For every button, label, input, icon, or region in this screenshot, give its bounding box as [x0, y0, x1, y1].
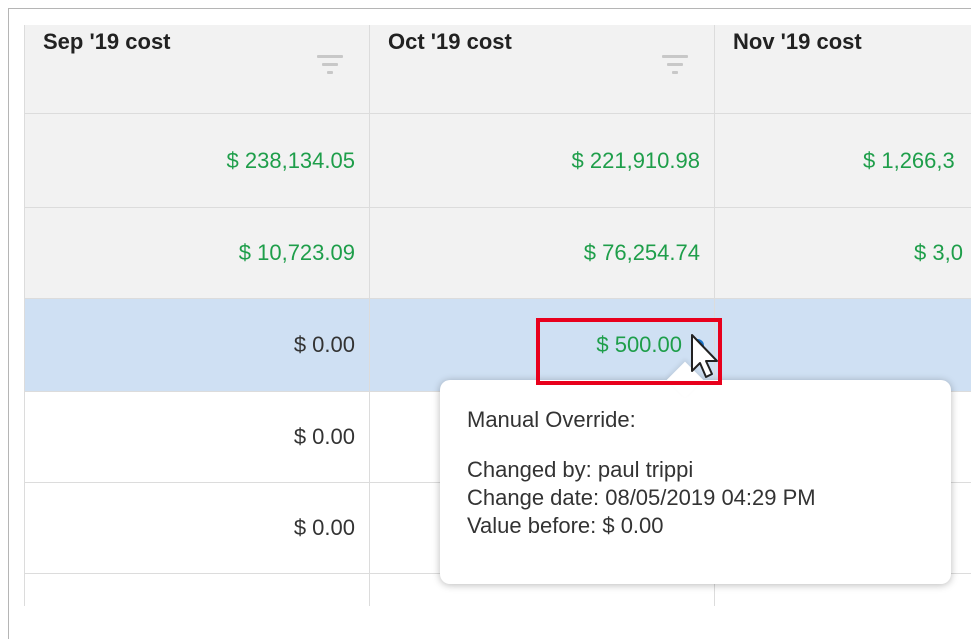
- cell-oct-override[interactable]: $ 500.00: [370, 299, 715, 392]
- tooltip-title: Manual Override:: [467, 407, 636, 432]
- table-row[interactable]: $ 238,134.05 $ 221,910.98 $ 1,266,3: [25, 114, 971, 208]
- filter-icon[interactable]: [660, 55, 690, 77]
- table-row[interactable]: $ 10,723.09 $ 76,254.74 $ 3,0: [25, 208, 971, 299]
- tooltip-changed-by: Changed by: paul trippi: [467, 457, 694, 482]
- column-header-sep[interactable]: Sep '19 cost: [25, 25, 370, 114]
- cell-nov[interactable]: [715, 299, 971, 392]
- column-header-label: Oct '19 cost: [388, 29, 512, 54]
- column-header-label: Sep '19 cost: [43, 29, 171, 54]
- cell-oct-value: $ 500.00: [596, 332, 682, 357]
- cell-sep[interactable]: $ 238,134.05: [25, 114, 370, 208]
- column-header-label: Nov '19 cost: [733, 29, 862, 54]
- cell-sep[interactable]: [25, 574, 370, 606]
- cell-oct[interactable]: $ 76,254.74: [370, 208, 715, 299]
- header-row: Sep '19 cost Oct '19 cost Nov '19 cost: [25, 25, 971, 114]
- filter-icon[interactable]: [315, 55, 345, 77]
- column-header-nov[interactable]: Nov '19 cost: [715, 25, 971, 114]
- cell-sep[interactable]: $ 0.00: [25, 483, 370, 574]
- override-tooltip: Manual Override: Changed by: paul trippi…: [440, 361, 951, 584]
- column-header-oct[interactable]: Oct '19 cost: [370, 25, 715, 114]
- table-row-selected[interactable]: $ 0.00 $ 500.00: [25, 299, 971, 392]
- tooltip-value-before: Value before: $ 0.00: [467, 513, 664, 538]
- cell-sep[interactable]: $ 10,723.09: [25, 208, 370, 299]
- cell-nov[interactable]: $ 1,266,3: [715, 114, 971, 208]
- cell-nov[interactable]: $ 3,0: [715, 208, 971, 299]
- cell-oct[interactable]: $ 221,910.98: [370, 114, 715, 208]
- cell-sep[interactable]: $ 0.00: [25, 392, 370, 483]
- tooltip-change-date: Change date: 08/05/2019 04:29 PM: [467, 485, 816, 510]
- mouse-cursor-icon: [691, 334, 718, 378]
- cell-sep[interactable]: $ 0.00: [25, 299, 370, 392]
